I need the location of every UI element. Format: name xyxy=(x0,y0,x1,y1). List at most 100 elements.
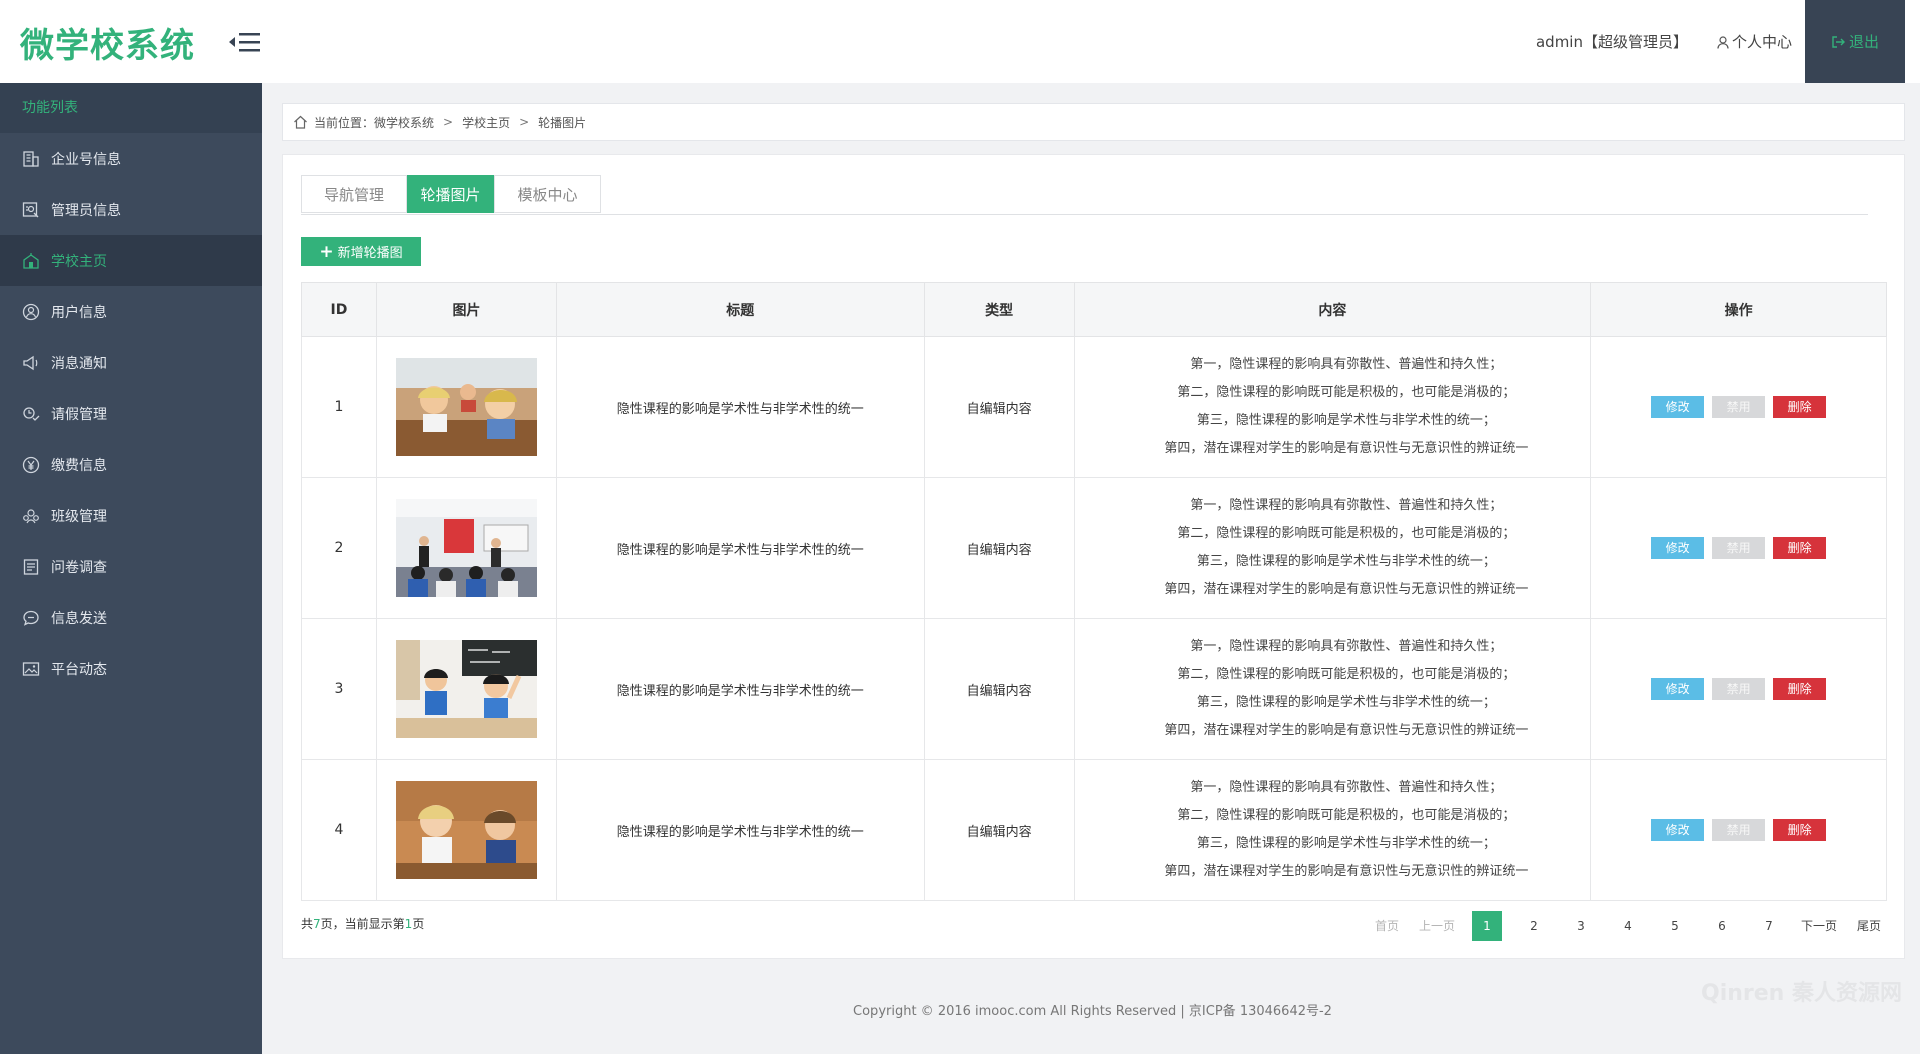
add-carousel-button[interactable]: + 新增轮播图 xyxy=(301,237,421,266)
personal-center-link[interactable]: 个人中心 xyxy=(1717,31,1792,53)
column-header-type: 类型 xyxy=(923,282,1075,337)
sidebar-item-users[interactable]: 用户信息 xyxy=(0,286,262,337)
sidebar-item-label: 学校主页 xyxy=(51,253,107,270)
sidebar-item-enterprise[interactable]: 企业号信息 xyxy=(0,133,262,184)
sidebar-item-label: 平台动态 xyxy=(51,661,107,678)
carousel-thumbnail[interactable] xyxy=(395,499,537,597)
page-button[interactable]: 5 xyxy=(1660,911,1690,941)
row-type: 自编辑内容 xyxy=(923,759,1075,901)
classroom-photo-1 xyxy=(395,358,537,456)
user-icon xyxy=(1717,35,1729,53)
table-row: 2 隐性课程的影响是学术性与非学术性的统一 自编辑内容 第一，隐性课程的影响具有… xyxy=(301,477,1887,619)
carousel-thumbnail[interactable] xyxy=(395,358,537,456)
app-logo[interactable]: 微学校系统 xyxy=(20,18,195,67)
content-line: 第四，潜在课程对学生的影响是有意识性与无意识性的辨证统一 xyxy=(1164,582,1529,597)
edit-button[interactable]: 修改 xyxy=(1651,678,1705,700)
column-header-image: 图片 xyxy=(375,282,557,337)
row-title: 隐性课程的影响是学术性与非学术性的统一 xyxy=(555,336,925,478)
sidebar-item-notifications[interactable]: 消息通知 xyxy=(0,337,262,388)
delete-button[interactable]: 删除 xyxy=(1773,819,1827,841)
disable-button[interactable]: 禁用 xyxy=(1712,678,1766,700)
delete-button[interactable]: 删除 xyxy=(1773,396,1827,418)
sidebar-item-label: 消息通知 xyxy=(51,355,107,372)
content-line: 第四，潜在课程对学生的影响是有意识性与无意识性的辨证统一 xyxy=(1164,864,1529,879)
row-image-cell xyxy=(375,618,557,760)
edit-button[interactable]: 修改 xyxy=(1651,396,1705,418)
sidebar-item-leave[interactable]: 请假管理 xyxy=(0,388,262,439)
row-content: 第一，隐性课程的影响具有弥散性、普遍性和持久性； 第二，隐性课程的影响既可能是积… xyxy=(1073,477,1592,619)
column-header-actions: 操作 xyxy=(1590,282,1887,337)
page-button[interactable]: 2 xyxy=(1519,911,1549,941)
menu-toggle-icon[interactable] xyxy=(228,28,262,56)
row-content: 第一，隐性课程的影响具有弥散性、普遍性和持久性； 第二，隐性课程的影响既可能是积… xyxy=(1073,618,1592,760)
row-id: 2 xyxy=(301,477,377,619)
disable-button[interactable]: 禁用 xyxy=(1712,537,1766,559)
sidebar-item-label: 信息发送 xyxy=(51,610,107,627)
sidebar-item-messaging[interactable]: 信息发送 xyxy=(0,592,262,643)
row-image-cell xyxy=(375,759,557,901)
table-row: 3 隐性课程的影响是学术性与非学术性的统一 自编辑内容 第一，隐性课程的影响具有… xyxy=(301,618,1887,760)
delete-button[interactable]: 删除 xyxy=(1773,678,1827,700)
carousel-thumbnail[interactable] xyxy=(395,781,537,879)
logout-button[interactable]: 退出 xyxy=(1805,0,1905,83)
column-header-title: 标题 xyxy=(555,282,925,337)
pagination: 首页 上一页 1 2 3 4 5 6 7 下一页 尾页 xyxy=(1355,911,1884,941)
content-line: 第一，隐性课程的影响具有弥散性、普遍性和持久性； xyxy=(1190,780,1503,795)
prev-page-button[interactable]: 上一页 xyxy=(1419,911,1455,941)
carousel-thumbnail[interactable] xyxy=(395,640,537,738)
row-actions: 修改 禁用 删除 xyxy=(1590,336,1887,478)
page-button[interactable]: 4 xyxy=(1613,911,1643,941)
first-page-button[interactable]: 首页 xyxy=(1372,911,1402,941)
page-button[interactable]: 7 xyxy=(1754,911,1784,941)
classroom-photo-3 xyxy=(395,640,537,738)
content-line: 第二，隐性课程的影响既可能是积极的，也可能是消极的； xyxy=(1177,667,1516,682)
pagination-info-prefix: 共 xyxy=(301,917,314,931)
tab-navigation[interactable]: 导航管理 xyxy=(301,175,407,213)
content-line: 第三，隐性课程的影响是学术性与非学术性的统一； xyxy=(1196,413,1496,428)
sidebar-item-payment[interactable]: 缴费信息 xyxy=(0,439,262,490)
table-row: 1 隐性课程的影响是学术性与非学术性的统一 自编辑内容 第一，隐性课程的影响具有… xyxy=(301,336,1887,478)
row-id: 4 xyxy=(301,759,377,901)
pagination-total-pages: 7 xyxy=(313,917,321,931)
disable-button[interactable]: 禁用 xyxy=(1712,819,1766,841)
home-icon[interactable] xyxy=(293,115,308,129)
id-card-icon xyxy=(22,201,40,219)
sidebar-item-admin[interactable]: 管理员信息 xyxy=(0,184,262,235)
breadcrumb-prefix: 当前位置： xyxy=(314,115,375,130)
table-header-row: ID 图片 标题 类型 内容 操作 xyxy=(301,282,1887,337)
image-icon xyxy=(22,660,40,678)
row-title: 隐性课程的影响是学术性与非学术性的统一 xyxy=(555,759,925,901)
sidebar-item-school-home[interactable]: 学校主页 xyxy=(0,235,262,286)
sidebar-item-platform-news[interactable]: 平台动态 xyxy=(0,643,262,694)
sidebar-header: 功能列表 xyxy=(0,83,262,133)
delete-button[interactable]: 删除 xyxy=(1773,537,1827,559)
tab-carousel[interactable]: 轮播图片 xyxy=(407,175,494,213)
sidebar-item-classes[interactable]: 班级管理 xyxy=(0,490,262,541)
page-button[interactable]: 3 xyxy=(1566,911,1596,941)
column-header-id: ID xyxy=(301,282,377,337)
tab-bar: 导航管理 轮播图片 模板中心 xyxy=(301,175,1868,215)
tab-templates[interactable]: 模板中心 xyxy=(494,175,601,213)
page-button[interactable]: 6 xyxy=(1707,911,1737,941)
next-page-button[interactable]: 下一页 xyxy=(1801,911,1837,941)
page-button[interactable]: 1 xyxy=(1471,911,1502,941)
row-type: 自编辑内容 xyxy=(923,477,1075,619)
footer-copyright: Copyright © 2016 imooc.com All Rights Re… xyxy=(853,1004,1332,1019)
row-id: 1 xyxy=(301,336,377,478)
row-content: 第一，隐性课程的影响具有弥散性、普遍性和持久性； 第二，隐性课程的影响既可能是积… xyxy=(1073,336,1592,478)
breadcrumb-item[interactable]: 学校主页 xyxy=(462,114,510,131)
logout-label: 退出 xyxy=(1848,33,1879,51)
row-type: 自编辑内容 xyxy=(923,336,1075,478)
sidebar: 功能列表 企业号信息 管理员信息 学校主页 用户信息 消息通知 请假管理 缴费信… xyxy=(0,83,262,1054)
breadcrumb-item[interactable]: 微学校系统 xyxy=(374,114,434,131)
row-actions: 修改 禁用 删除 xyxy=(1590,618,1887,760)
edit-button[interactable]: 修改 xyxy=(1651,537,1705,559)
edit-button[interactable]: 修改 xyxy=(1651,819,1705,841)
sidebar-item-survey[interactable]: 问卷调查 xyxy=(0,541,262,592)
disable-button[interactable]: 禁用 xyxy=(1712,396,1766,418)
main-panel: 导航管理 轮播图片 模板中心 + 新增轮播图 ID 图片 标题 类型 内容 操作… xyxy=(282,154,1905,959)
payment-icon xyxy=(22,456,40,474)
breadcrumb-separator: > xyxy=(443,115,454,129)
content-line: 第三，隐性课程的影响是学术性与非学术性的统一； xyxy=(1196,554,1496,569)
last-page-button[interactable]: 尾页 xyxy=(1854,911,1884,941)
